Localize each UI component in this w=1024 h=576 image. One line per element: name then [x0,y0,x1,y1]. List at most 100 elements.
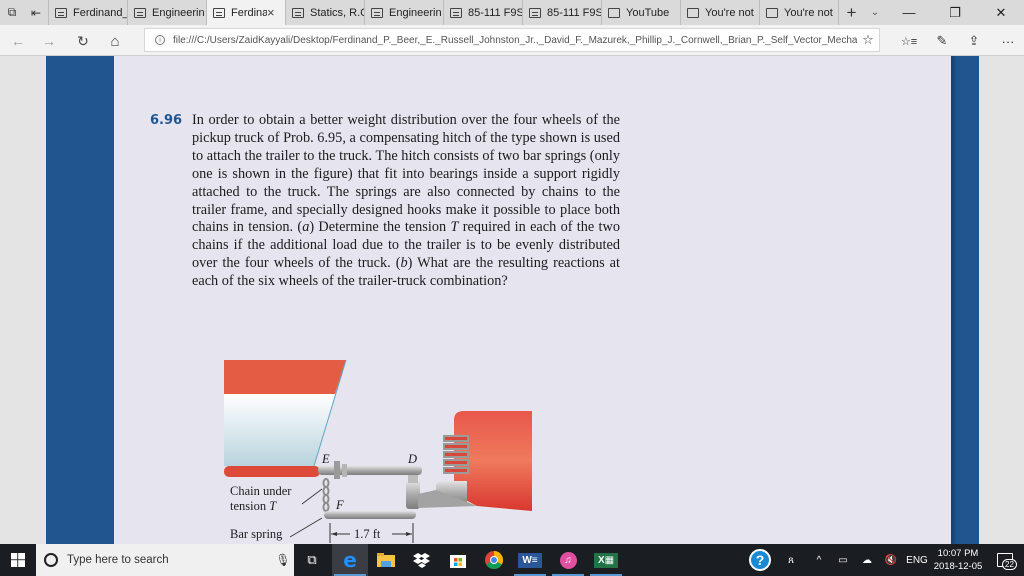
language-button[interactable]: ENG [904,544,930,576]
tab-youtube[interactable]: YouTube [601,0,680,25]
tab-preview-toggle[interactable]: ⌄ [864,0,886,25]
pdf-icon [213,7,225,18]
problem-block: 6.96 In order to obtain a better weight … [150,112,620,291]
taskbar-search-box[interactable]: Type here to search 🎙 [36,544,294,576]
back-button[interactable]: ← [7,30,29,52]
tab-youre-not-1[interactable]: You're not [680,0,759,25]
close-tab-icon[interactable]: × [267,5,281,20]
folder-icon [377,553,395,567]
plus-icon: + [846,2,857,22]
tab-strip: ⧉ ⇤ Ferdinand_ Engineerin Ferdina × Stati… [0,0,1024,25]
show-hidden-icons-button[interactable]: ^ [808,544,830,576]
tab-label: Statics, R.C [310,6,364,19]
set-aside-icon: ⇤ [30,5,42,20]
pdf-viewport: 6.96 In order to obtain a better weight … [0,56,1024,544]
clock-date: 2018-12-05 [933,561,983,572]
store-icon [450,555,466,568]
tab-ferdinand[interactable]: Ferdinand_ [48,0,127,25]
page-icon [687,7,699,18]
tab-engineering-1[interactable]: Engineerin [127,0,206,25]
new-tab-button[interactable]: + [838,0,864,25]
share-button[interactable]: ⇪ [962,30,986,52]
navigation-bar: ← → ↻ ⌂ i file:///C:/Users/ZaidKayyali/D… [0,25,1024,56]
pdf-icon [55,7,67,18]
forward-button[interactable]: → [38,30,60,52]
tab-statics[interactable]: Statics, R.C [285,0,364,25]
taskbar-chrome[interactable] [476,544,512,576]
taskbar-itunes[interactable]: ♫ [550,544,586,576]
arrow-left-icon: ← [11,33,25,49]
help-button[interactable]: ? [746,544,774,576]
tab-85-111-a[interactable]: 85-111 F9S [443,0,522,25]
problem-text-segment: ) Determine the tension [309,219,451,236]
taskbar-dropbox[interactable] [404,544,440,576]
taskbar-word[interactable]: W≡ [512,544,548,576]
pen-icon: ✎ [936,33,948,48]
close-icon: ✕ [995,4,1007,20]
notes-button[interactable]: ✎ [930,30,954,52]
refresh-icon: ↻ [77,32,89,49]
minimize-icon: — [902,5,916,20]
battery-button[interactable]: ▭ [832,544,854,576]
task-view-icon: ⧉ [307,552,317,567]
taskbar-excel[interactable]: X▦ [588,544,624,576]
chain-tension-symbol: T [269,499,277,513]
tab-label: 85-111 F9S [547,6,601,19]
favorites-button[interactable]: ☆≡ [897,30,921,52]
more-dots-icon: ··· [1001,33,1015,49]
hook-clamp [334,461,340,479]
chain [322,478,330,512]
chevron-up-icon: ^ [816,554,822,566]
taskbar-file-explorer[interactable] [368,544,404,576]
taskbar-store[interactable] [440,544,476,576]
hitch-bar-upper [318,466,422,475]
home-icon: ⌂ [110,32,120,50]
close-window-button[interactable]: ✕ [978,0,1024,25]
refresh-button[interactable]: ↻ [72,30,94,52]
trailer-frame-rail [224,466,320,477]
tab-youre-not-2[interactable]: You're not [759,0,838,25]
page-icon [766,7,778,18]
task-view-button[interactable]: ⧉ [294,544,330,576]
tab-engineering-2[interactable]: Engineerin [364,0,443,25]
action-center-button[interactable]: 22 [990,544,1020,576]
set-tabs-aside-button[interactable]: ⇤ [24,0,48,25]
tab-ferdinand-active[interactable]: Ferdina × [206,0,285,25]
notifications-count-badge: 22 [1002,559,1017,570]
minimize-button[interactable]: — [886,0,932,25]
taskbar-edge[interactable]: e [332,544,368,576]
tab-85-111-b[interactable]: 85-111 F9S [522,0,601,25]
volume-button[interactable]: 🔇 [880,544,902,576]
battery-icon: ▭ [838,554,848,566]
home-button[interactable]: ⌂ [104,30,126,52]
restore-button[interactable]: ❐ [932,0,978,25]
add-favorite-star-icon[interactable]: ☆ [857,32,879,48]
hitch-figure: E D F Chain under tension T Bar spring 1… [222,356,532,544]
windows-taskbar: Type here to search 🎙 ⧉ e W≡ ♫ X▦ ? ጸ ^ … [0,544,1024,576]
page-icon [608,7,620,18]
more-button[interactable]: ··· [996,30,1020,52]
tab-label: Ferdina [231,6,267,19]
system-clock[interactable]: 10:07 PM 2018-12-05 [930,547,986,573]
address-bar[interactable]: i file:///C:/Users/ZaidKayyali/Desktop/F… [144,28,880,52]
help-icon: ? [749,549,771,571]
pdf-icon [450,7,462,18]
onedrive-button[interactable]: ☁ [856,544,878,576]
start-button[interactable] [0,544,36,576]
hitch-illustration [224,359,532,543]
people-button[interactable]: ጸ [780,544,802,576]
restore-icon: ❐ [949,4,961,20]
info-icon[interactable]: i [155,35,165,45]
windows-logo-icon [11,553,25,567]
problem-text-segment: In order to obtain a better weight distr… [192,112,620,236]
part-b-label: b [400,255,408,272]
tab-label: YouTube [626,6,670,19]
share-icon: ⇪ [968,33,980,48]
url-text[interactable]: file:///C:/Users/ZaidKayyali/Desktop/Fer… [173,35,857,46]
bar-spring-label: Bar spring [230,527,283,541]
problem-text: In order to obtain a better weight distr… [192,112,620,291]
volume-muted-icon: 🔇 [884,554,898,566]
pdf-icon [134,7,146,18]
tab-manager-button[interactable]: ⧉ [0,0,24,25]
microphone-icon[interactable]: 🎙 [272,553,294,567]
